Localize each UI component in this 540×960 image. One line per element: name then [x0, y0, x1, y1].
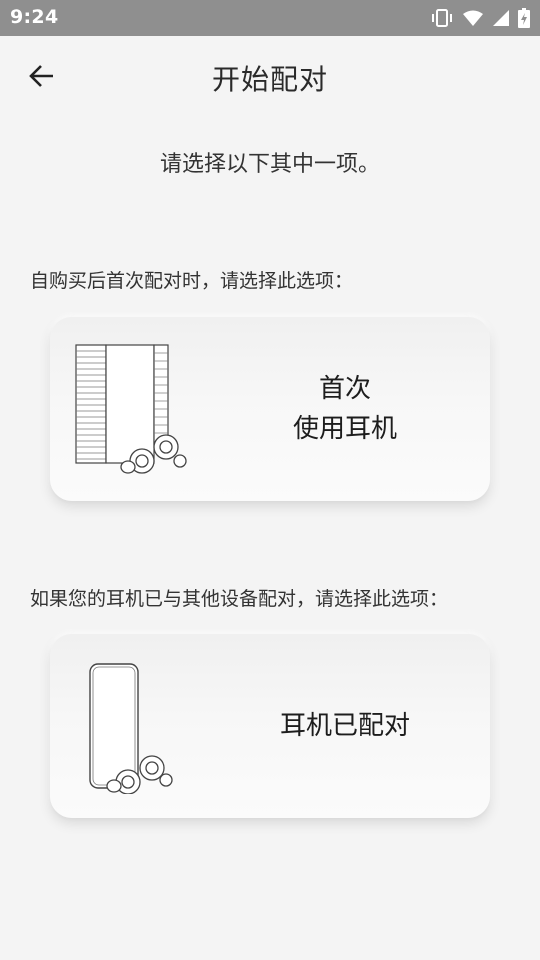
phone-earbuds-illustration: [70, 654, 210, 798]
app-bar: 开始配对: [0, 36, 540, 120]
status-time: 9:24: [10, 6, 59, 28]
first-use-line1: 首次: [318, 374, 371, 404]
status-icons: [430, 6, 530, 30]
first-use-label: 自购买后首次配对时，请选择此选项：: [30, 270, 354, 292]
cellular-signal-icon: [492, 9, 510, 27]
earbuds-box-illustration: [70, 337, 210, 481]
first-use-card[interactable]: 首次 使用耳机: [50, 317, 490, 501]
already-paired-text: 耳机已配对: [279, 711, 410, 741]
wifi-icon: [462, 9, 484, 27]
prompt-text: 请选择以下其中一项。: [159, 152, 380, 177]
already-paired-card[interactable]: 耳机已配对: [50, 634, 490, 818]
first-use-text: 首次 使用耳机: [240, 369, 450, 449]
battery-charging-icon: [518, 8, 530, 28]
vibrate-icon: [430, 8, 454, 28]
status-bar: 9:24: [0, 0, 540, 36]
already-paired-label: 如果您的耳机已与其他设备配对，请选择此选项：: [30, 588, 449, 610]
page-title: 开始配对: [211, 63, 328, 96]
first-use-line2: 使用耳机: [292, 414, 397, 444]
